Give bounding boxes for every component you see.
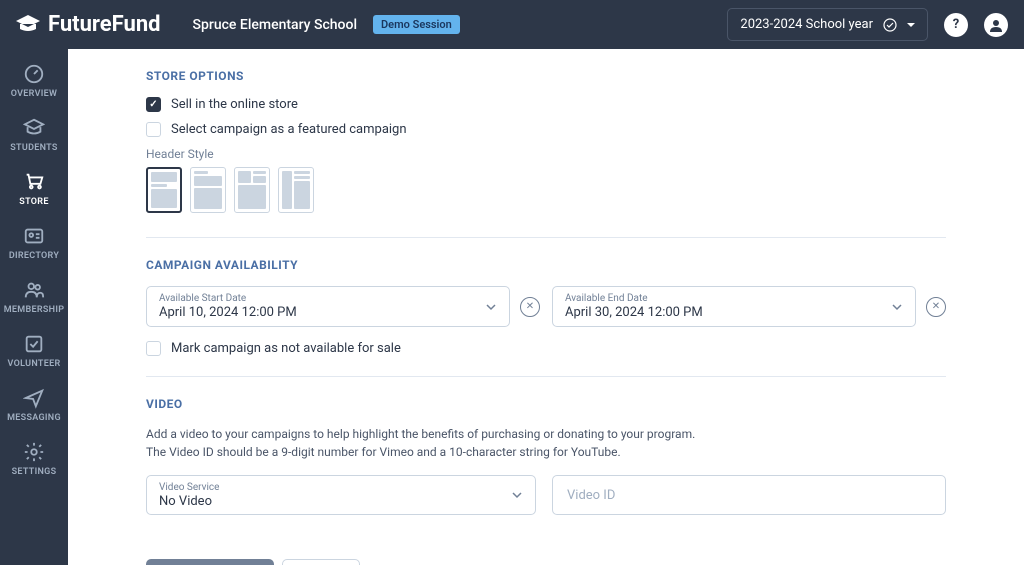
user-avatar[interactable]: [984, 13, 1008, 37]
sidebar-label: VOLUNTEER: [8, 359, 61, 369]
graduation-icon: [23, 117, 45, 139]
header-style-group: [146, 167, 946, 213]
build-campaign-button[interactable]: Build Campaign: [146, 559, 274, 565]
not-available-label: Mark campaign as not available for sale: [171, 341, 401, 356]
video-service-label: Video Service: [159, 482, 511, 493]
sell-online-label: Sell in the online store: [171, 97, 298, 112]
featured-checkbox[interactable]: Select campaign as a featured campaign: [146, 122, 946, 137]
sell-online-checkbox[interactable]: Sell in the online store: [146, 97, 946, 112]
chevron-down-icon: [511, 489, 523, 501]
check-square-icon: [23, 333, 45, 355]
sidebar-item-settings[interactable]: SETTINGS: [0, 437, 68, 481]
header-style-1[interactable]: [146, 167, 182, 213]
checkbox-icon: [146, 122, 161, 137]
checkbox-icon: [146, 341, 161, 356]
sidebar-item-students[interactable]: STUDENTS: [0, 113, 68, 157]
video-title: VIDEO: [146, 397, 946, 411]
start-date-value: April 10, 2024 12:00 PM: [159, 305, 297, 320]
graduation-cap-icon: [16, 15, 40, 35]
video-id-placeholder: Video ID: [567, 488, 615, 503]
sidebar-label: SETTINGS: [12, 467, 57, 477]
store-options-title: STORE OPTIONS: [146, 69, 946, 83]
year-selector[interactable]: 2023-2024 School year: [727, 8, 928, 41]
video-id-input[interactable]: Video ID: [552, 475, 946, 515]
school-name: Spruce Elementary School: [193, 17, 357, 33]
not-available-checkbox[interactable]: Mark campaign as not available for sale: [146, 341, 946, 356]
sidebar-label: MEMBERSHIP: [4, 305, 65, 315]
availability-title: CAMPAIGN AVAILABILITY: [146, 258, 946, 272]
sidebar-label: DIRECTORY: [9, 251, 59, 261]
sidebar-item-store[interactable]: STORE: [0, 167, 68, 211]
header-style-4[interactable]: [278, 167, 314, 213]
sidebar-item-volunteer[interactable]: VOLUNTEER: [0, 329, 68, 373]
cart-icon: [23, 171, 45, 193]
header-style-2[interactable]: [190, 167, 226, 213]
video-service-value: No Video: [159, 494, 212, 509]
sidebar: OVERVIEW STUDENTS STORE DIRECTORY MEMBER…: [0, 49, 68, 565]
featured-label: Select campaign as a featured campaign: [171, 122, 407, 137]
checkbox-icon: [146, 97, 161, 112]
video-desc: Add a video to your campaigns to help hi…: [146, 425, 716, 461]
gauge-icon: [23, 63, 45, 85]
chevron-down-icon: [485, 301, 497, 313]
start-date-label: Available Start Date: [159, 293, 485, 304]
help-button[interactable]: ?: [944, 13, 968, 37]
check-circle-icon: [883, 18, 897, 32]
year-label: 2023-2024 School year: [740, 17, 873, 32]
demo-badge: Demo Session: [373, 15, 460, 34]
end-date-value: April 30, 2024 12:00 PM: [565, 305, 703, 320]
sidebar-item-overview[interactable]: OVERVIEW: [0, 59, 68, 103]
gear-icon: [23, 441, 45, 463]
sidebar-item-membership[interactable]: MEMBERSHIP: [0, 275, 68, 319]
send-icon: [23, 387, 45, 409]
users-icon: [23, 279, 45, 301]
video-service-field[interactable]: Video Service No Video: [146, 475, 536, 515]
caret-down-icon: [907, 21, 915, 29]
sidebar-label: STORE: [19, 197, 48, 207]
id-icon: [23, 225, 45, 247]
chevron-down-icon: [891, 301, 903, 313]
sidebar-label: STUDENTS: [10, 143, 57, 153]
header-style-label: Header Style: [146, 147, 946, 161]
main-content: STORE OPTIONS Sell in the online store S…: [68, 49, 1024, 565]
start-date-field[interactable]: Available Start Date April 10, 2024 12:0…: [146, 286, 510, 327]
header-style-3[interactable]: [234, 167, 270, 213]
user-icon: [989, 18, 1003, 32]
cancel-button[interactable]: Cancel: [282, 559, 360, 565]
sidebar-label: OVERVIEW: [11, 89, 57, 99]
clear-end-date[interactable]: ✕: [926, 297, 946, 317]
clear-start-date[interactable]: ✕: [520, 297, 540, 317]
logo[interactable]: FutureFund: [16, 12, 161, 37]
app-header: FutureFund Spruce Elementary School Demo…: [0, 0, 1024, 49]
sidebar-item-messaging[interactable]: MESSAGING: [0, 383, 68, 427]
sidebar-label: MESSAGING: [7, 413, 61, 423]
end-date-field[interactable]: Available End Date April 30, 2024 12:00 …: [552, 286, 916, 327]
logo-text: FutureFund: [48, 12, 161, 37]
end-date-label: Available End Date: [565, 293, 891, 304]
sidebar-item-directory[interactable]: DIRECTORY: [0, 221, 68, 265]
